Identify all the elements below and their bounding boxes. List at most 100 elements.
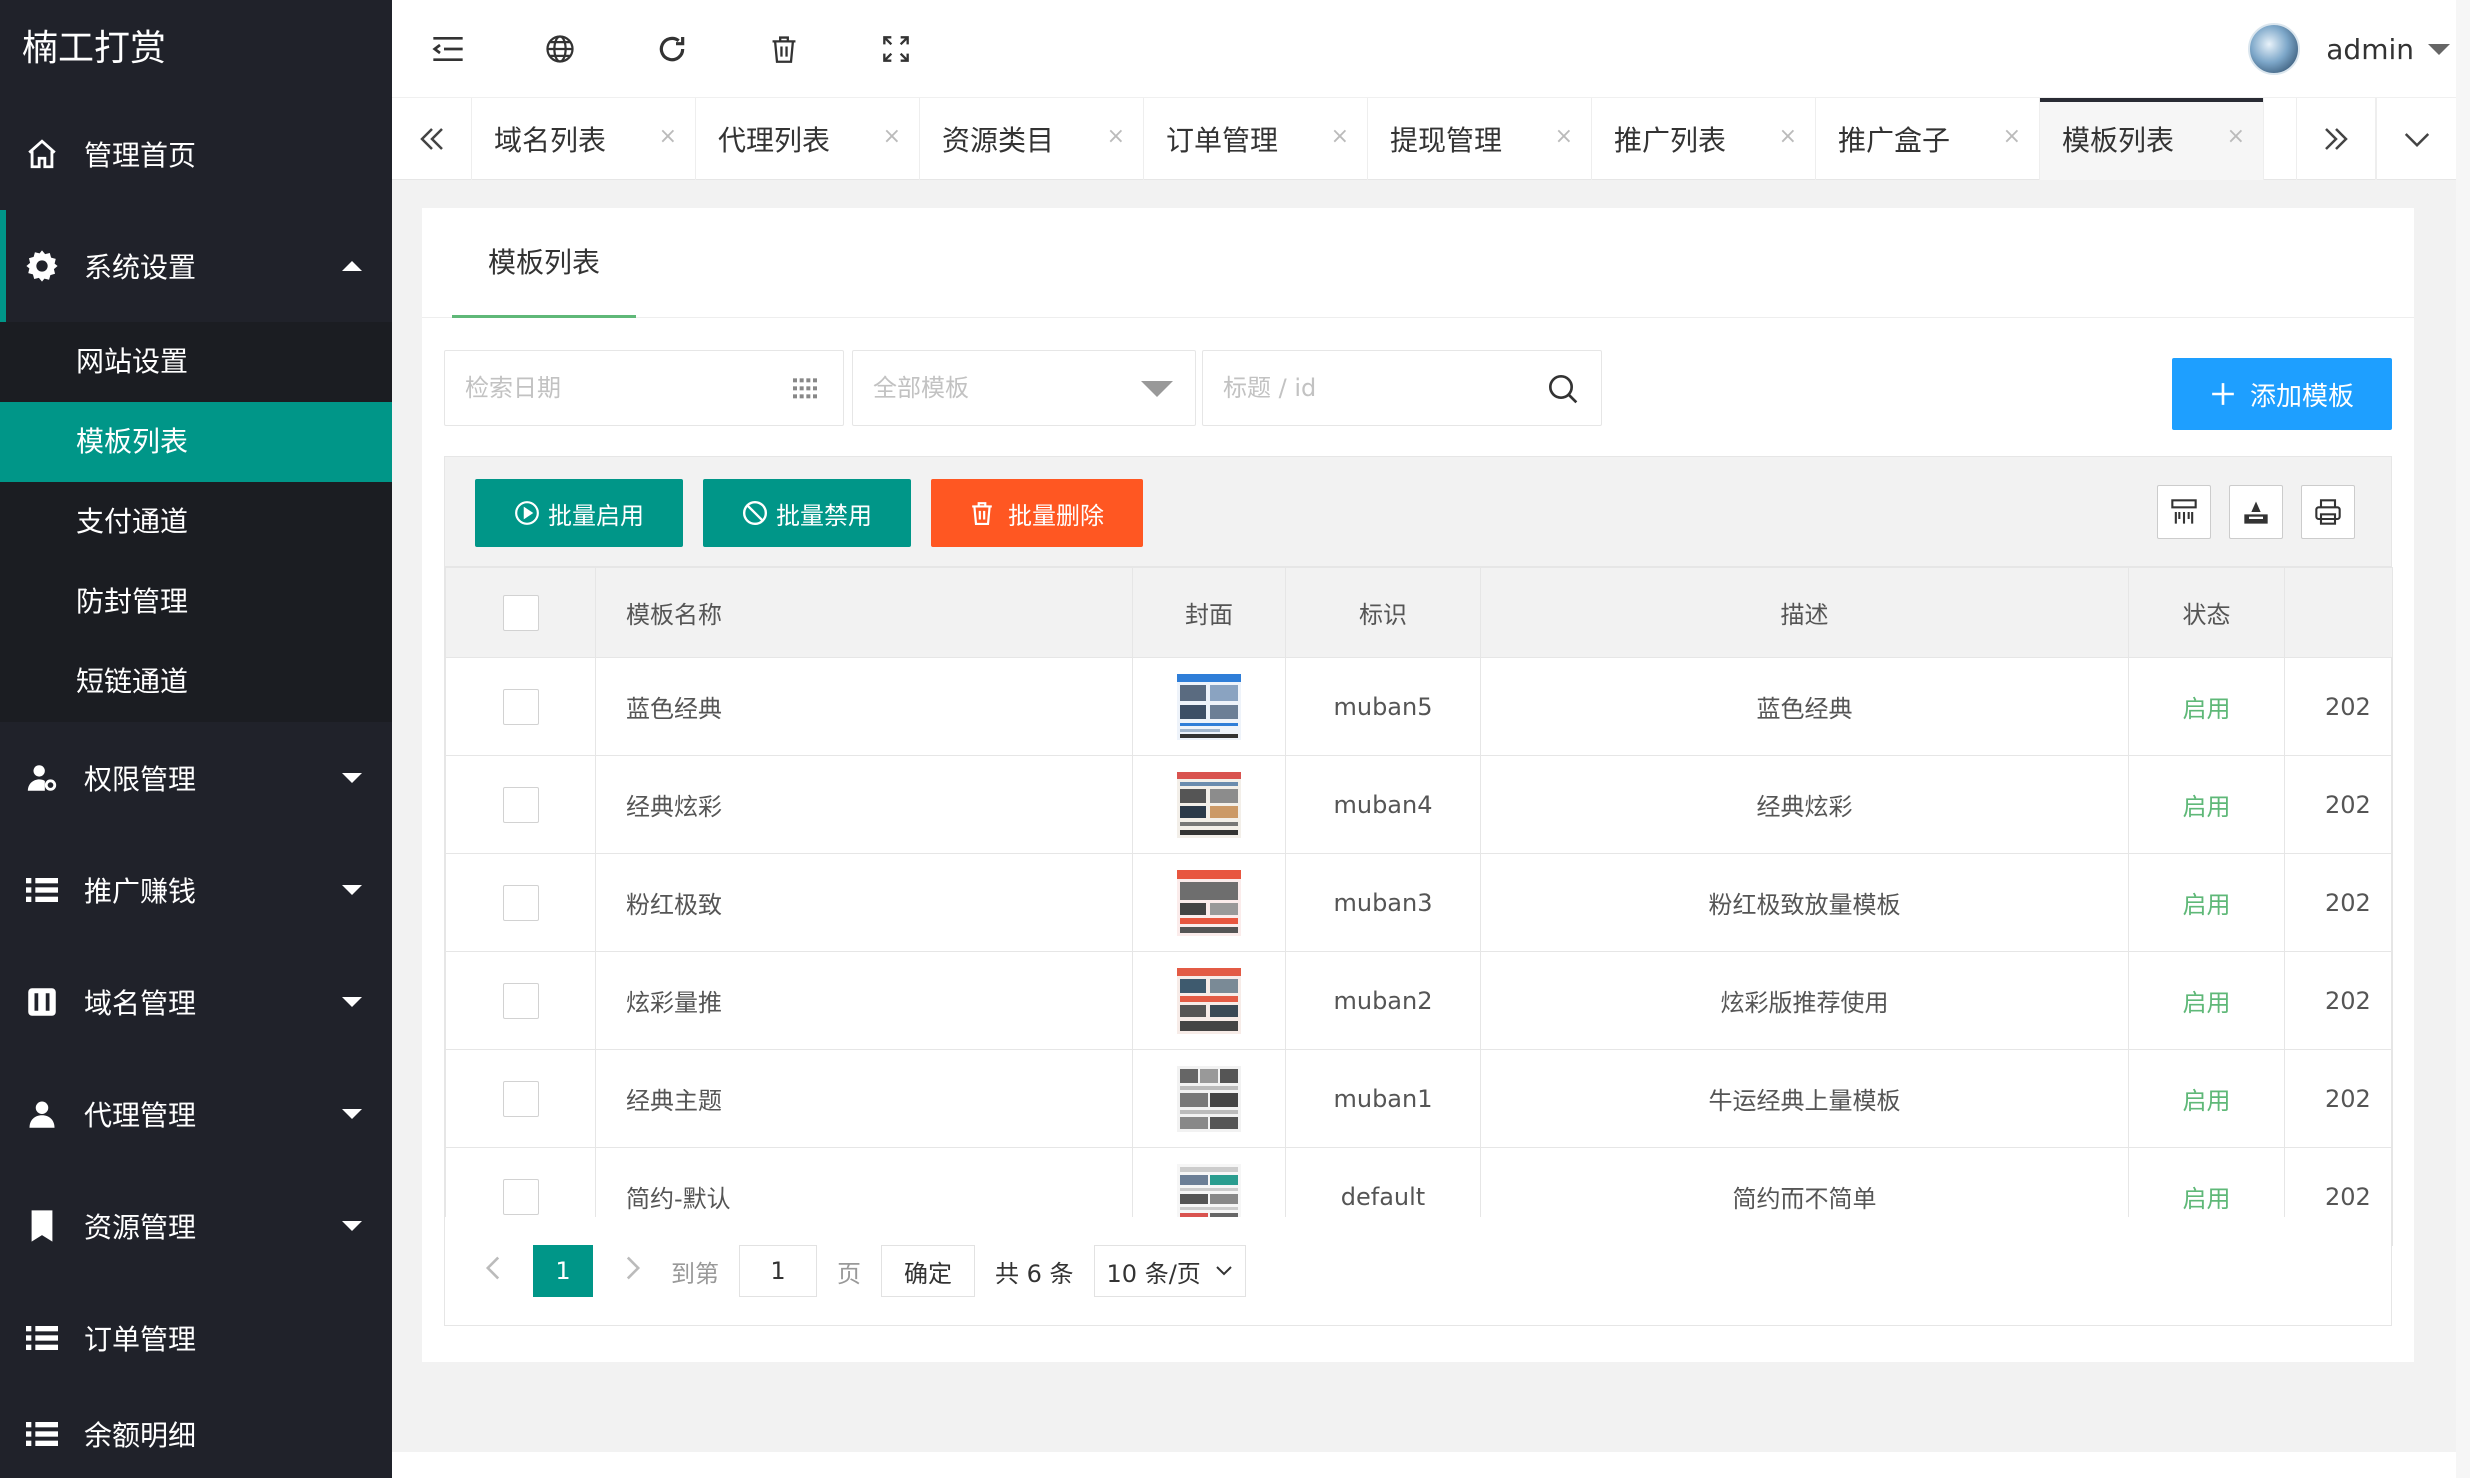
template-select[interactable]: 全部模板 <box>852 350 1196 426</box>
sidebar-item-resources[interactable]: 资源管理 <box>0 1170 392 1282</box>
export-button[interactable] <box>2229 485 2283 539</box>
page-scrollbar[interactable] <box>2456 0 2470 1478</box>
refresh-button[interactable] <box>616 0 728 98</box>
close-icon[interactable]: × <box>2003 124 2021 149</box>
menu-fold-button[interactable] <box>392 0 504 98</box>
template-name-cell: 蓝色经典 <box>595 657 1133 756</box>
cover-cell <box>1132 755 1286 854</box>
column-header-name[interactable]: 模板名称 <box>595 567 1133 658</box>
table-row[interactable]: 粉红极致 muban3 粉红极致放量模板 启用 202 <box>445 853 2393 952</box>
tab-resource-category[interactable]: 资源类目 × <box>920 98 1144 180</box>
sidebar-item-orders[interactable]: 订单管理 <box>0 1282 392 1394</box>
website-button[interactable] <box>504 0 616 98</box>
batch-enable-button[interactable]: 批量启用 <box>475 479 683 547</box>
tabs-scroll-left-button[interactable] <box>392 98 472 180</box>
tab-template-list[interactable]: 模板列表 × <box>2040 98 2264 180</box>
tab-agent-list[interactable]: 代理列表 × <box>696 98 920 180</box>
batch-disable-button[interactable]: 批量禁用 <box>703 479 911 547</box>
sidebar-subitem-short-link[interactable]: 短链通道 <box>0 642 392 722</box>
template-name-cell: 粉红极致 <box>595 853 1133 952</box>
clear-cache-button[interactable] <box>728 0 840 98</box>
table-row[interactable]: 炫彩量推 muban2 炫彩版推荐使用 启用 202 <box>445 951 2393 1050</box>
status-badge[interactable]: 启用 <box>2128 1049 2285 1148</box>
trash-icon <box>772 36 796 63</box>
card-tab-title[interactable]: 模板列表 <box>452 208 636 318</box>
close-icon[interactable]: × <box>659 124 677 149</box>
sidebar-subitem-site-settings[interactable]: 网站设置 <box>0 322 392 402</box>
status-badge[interactable]: 启用 <box>2128 657 2285 756</box>
search-icon[interactable] <box>1547 373 1579 405</box>
select-all-cell[interactable] <box>445 567 596 658</box>
table-row[interactable]: 经典炫彩 muban4 经典炫彩 启用 202 <box>445 755 2393 854</box>
template-cover-thumbnail[interactable] <box>1177 771 1241 838</box>
goto-confirm-button[interactable]: 确定 <box>881 1245 975 1297</box>
sidebar-subitem-anti-block[interactable]: 防封管理 <box>0 562 392 642</box>
tab-withdrawal-management[interactable]: 提现管理 × <box>1368 98 1592 180</box>
status-badge[interactable]: 启用 <box>2128 951 2285 1050</box>
sidebar-item-balance[interactable]: 余额明细 <box>0 1394 392 1454</box>
sidebar-subitem-template-list[interactable]: 模板列表 <box>0 402 392 482</box>
sidebar-item-agents[interactable]: 代理管理 <box>0 1058 392 1170</box>
columns-filter-button[interactable] <box>2157 485 2211 539</box>
sidebar-item-system-settings[interactable]: 系统设置 <box>0 210 392 322</box>
row-checkbox[interactable] <box>502 688 539 725</box>
username[interactable]: admin <box>2326 33 2414 66</box>
date-cell: 202 <box>2284 1049 2393 1148</box>
tab-order-management[interactable]: 订单管理 × <box>1144 98 1368 180</box>
table-row[interactable]: 经典主题 muban1 牛运经典上量模板 启用 202 <box>445 1049 2393 1148</box>
sidebar-subitem-payment-channel[interactable]: 支付通道 <box>0 482 392 562</box>
identifier-cell: muban1 <box>1285 1049 1481 1148</box>
goto-page-input[interactable]: 1 <box>739 1245 817 1297</box>
row-checkbox[interactable] <box>502 1178 539 1215</box>
row-checkbox[interactable] <box>502 982 539 1019</box>
select-all-checkbox[interactable] <box>502 594 539 631</box>
prev-page-icon[interactable] <box>473 1255 513 1288</box>
columns-icon <box>2171 499 2197 524</box>
column-header-cover[interactable]: 封面 <box>1132 567 1286 658</box>
template-cover-thumbnail[interactable] <box>1177 967 1241 1034</box>
close-icon[interactable]: × <box>1107 124 1125 149</box>
print-button[interactable] <box>2301 485 2355 539</box>
column-header-identifier[interactable]: 标识 <box>1285 567 1481 658</box>
close-icon[interactable]: × <box>883 124 901 149</box>
page-size-value: 10 条/页 <box>1106 1259 1201 1288</box>
status-badge[interactable]: 启用 <box>2128 853 2285 952</box>
sidebar-item-permissions[interactable]: 权限管理 <box>0 722 392 834</box>
add-template-button[interactable]: 添加模板 <box>2172 358 2392 430</box>
template-cover-thumbnail[interactable] <box>1177 673 1241 740</box>
template-name-cell: 经典炫彩 <box>595 755 1133 854</box>
tabs-actions-button[interactable] <box>2376 98 2456 180</box>
sidebar-item-promotion[interactable]: 推广赚钱 <box>0 834 392 946</box>
close-icon[interactable]: × <box>2227 124 2245 149</box>
sidebar-item-home[interactable]: 管理首页 <box>0 98 392 210</box>
table-row[interactable]: 蓝色经典 muban5 蓝色经典 启用 202 <box>445 657 2393 756</box>
tab-promotion-list[interactable]: 推广列表 × <box>1592 98 1816 180</box>
column-header-description[interactable]: 描述 <box>1480 567 2129 658</box>
sidebar-item-domains[interactable]: 域名管理 <box>0 946 392 1058</box>
menu-fold-icon <box>432 37 463 61</box>
caret-down-icon <box>342 1221 362 1231</box>
tab-promotion-box[interactable]: 推广盒子 × <box>1816 98 2040 180</box>
fullscreen-button[interactable] <box>840 0 952 98</box>
row-checkbox[interactable] <box>502 884 539 921</box>
date-search-input[interactable]: 检索日期 <box>444 350 844 426</box>
batch-delete-button[interactable]: 批量删除 <box>931 479 1143 547</box>
tabs-scroll-right-button[interactable] <box>2296 98 2376 180</box>
column-header-status[interactable]: 状态 <box>2128 567 2285 658</box>
pagination: 1 到第 1 页 确定 共 6 条 10 条/页 <box>445 1217 2391 1325</box>
next-page-icon[interactable] <box>613 1255 653 1288</box>
page-size-select[interactable]: 10 条/页 <box>1093 1245 1246 1297</box>
template-cover-thumbnail[interactable] <box>1177 1065 1241 1132</box>
row-checkbox[interactable] <box>502 786 539 823</box>
row-checkbox[interactable] <box>502 1080 539 1117</box>
template-cover-thumbnail[interactable] <box>1177 869 1241 936</box>
close-icon[interactable]: × <box>1555 124 1573 149</box>
keyword-search-input[interactable]: 标题 / id <box>1202 350 1602 426</box>
tab-domain-list[interactable]: 域名列表 × <box>472 98 696 180</box>
close-icon[interactable]: × <box>1331 124 1349 149</box>
close-icon[interactable]: × <box>1779 124 1797 149</box>
current-page[interactable]: 1 <box>533 1245 593 1297</box>
status-badge[interactable]: 启用 <box>2128 755 2285 854</box>
avatar[interactable] <box>2248 23 2301 75</box>
user-menu[interactable]: admin <box>2248 0 2470 98</box>
